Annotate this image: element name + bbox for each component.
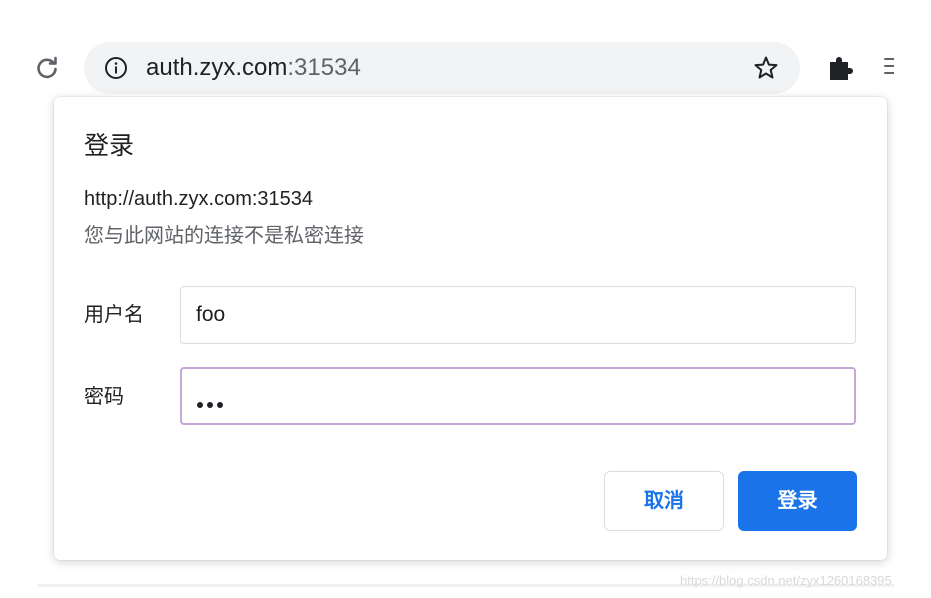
url-host: auth.zyx.com (146, 54, 288, 81)
login-dialog: 登录 http://auth.zyx.com:31534 您与此网站的连接不是私… (54, 97, 887, 560)
dialog-title: 登录 (84, 132, 135, 160)
username-label: 用户名 (84, 304, 144, 326)
dialog-origin: http://auth.zyx.com:31534 (84, 188, 314, 210)
star-icon[interactable] (753, 55, 779, 81)
extensions-icon[interactable] (826, 54, 854, 82)
cancel-button[interactable]: 取消 (604, 471, 724, 531)
password-dot (197, 402, 203, 408)
info-icon[interactable] (104, 56, 128, 80)
password-dot (217, 402, 223, 408)
login-button[interactable]: 登录 (738, 471, 857, 531)
username-field[interactable]: foo (180, 286, 856, 344)
password-label: 密码 (84, 386, 124, 408)
url-port: :31534 (287, 54, 361, 81)
address-url[interactable]: auth.zyx.com:31534 (146, 51, 361, 85)
reload-icon[interactable] (34, 55, 60, 81)
menu-icon[interactable] (884, 58, 894, 78)
password-mask (197, 395, 227, 413)
username-value: foo (196, 303, 226, 326)
password-dot (207, 402, 213, 408)
screen: auth.zyx.com:31534 登录 http://auth.zyx.co… (0, 0, 931, 598)
connection-warning: 您与此网站的连接不是私密连接 (84, 225, 364, 247)
password-field[interactable] (180, 367, 856, 425)
watermark: https://blog.csdn.net/zyx1260168395 (680, 573, 892, 588)
